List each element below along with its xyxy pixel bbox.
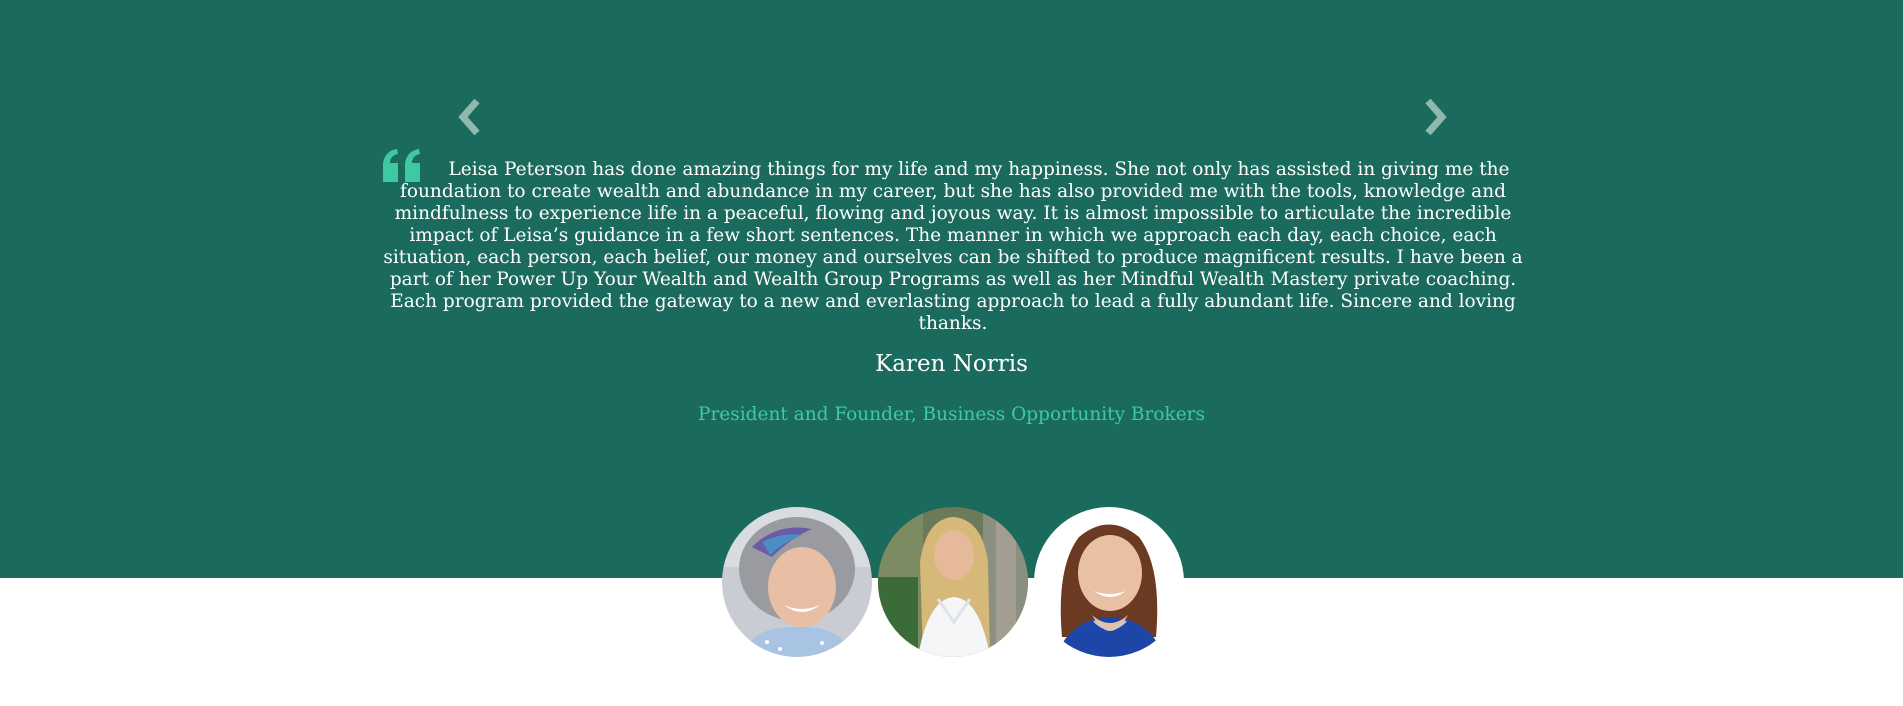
- next-testimonial-button[interactable]: [1416, 92, 1456, 142]
- avatar-portrait-3: [1034, 507, 1184, 657]
- testimonial-section: Leisa Peterson has done amazing things f…: [0, 0, 1903, 578]
- avatar-portrait-2: [878, 507, 1028, 657]
- chevron-left-icon: [458, 98, 480, 136]
- author-title: President and Founder, Business Opportun…: [698, 404, 1205, 425]
- testimonial-avatar-2[interactable]: [878, 507, 1028, 657]
- testimonial-avatar-3[interactable]: [1034, 507, 1184, 657]
- testimonial-avatar-1[interactable]: [722, 507, 872, 657]
- chevron-right-icon: [1425, 98, 1447, 136]
- author-name: Karen Norris: [875, 351, 1028, 377]
- avatar-portrait-1: [722, 507, 872, 657]
- testimonial-quote: Leisa Peterson has done amazing things f…: [383, 159, 1523, 334]
- prev-testimonial-button[interactable]: [449, 92, 489, 142]
